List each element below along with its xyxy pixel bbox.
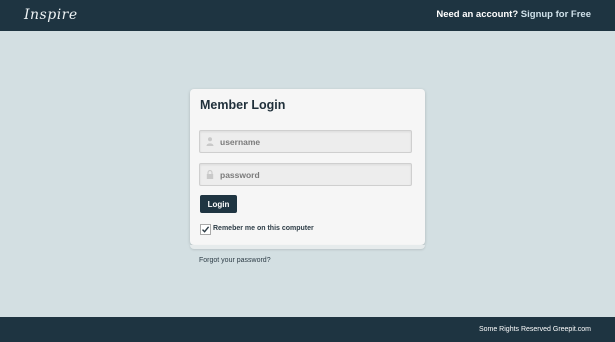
forgot-password-link[interactable]: Forgot your password? bbox=[199, 257, 271, 264]
footer-bar: Some Rights Reserved Greepit.com bbox=[0, 317, 615, 342]
login-title: Member Login bbox=[200, 98, 286, 112]
signup-lead-text: Need an account? bbox=[436, 9, 519, 20]
user-icon bbox=[206, 137, 214, 146]
footer-credit: Some Rights Reserved Greepit.com bbox=[478, 326, 591, 333]
signup-prompt: Need an account? Signup for Free bbox=[436, 9, 591, 20]
remember-label: Remeber me on this computer bbox=[213, 225, 314, 232]
lock-icon bbox=[206, 170, 214, 179]
username-input[interactable] bbox=[220, 131, 405, 152]
remember-checkbox[interactable] bbox=[200, 224, 211, 235]
signup-link[interactable]: Signup for Free bbox=[521, 9, 591, 20]
logo[interactable]: Inspire bbox=[24, 7, 78, 23]
username-field[interactable] bbox=[199, 130, 412, 153]
login-button[interactable]: Login bbox=[200, 195, 237, 213]
password-input[interactable] bbox=[220, 164, 405, 185]
top-nav-bar: Inspire Need an account? Signup for Free bbox=[0, 0, 615, 31]
login-panel: Member Login Login Remeber me on this co… bbox=[190, 89, 425, 249]
password-field[interactable] bbox=[199, 163, 412, 186]
checkmark-icon bbox=[202, 226, 210, 233]
